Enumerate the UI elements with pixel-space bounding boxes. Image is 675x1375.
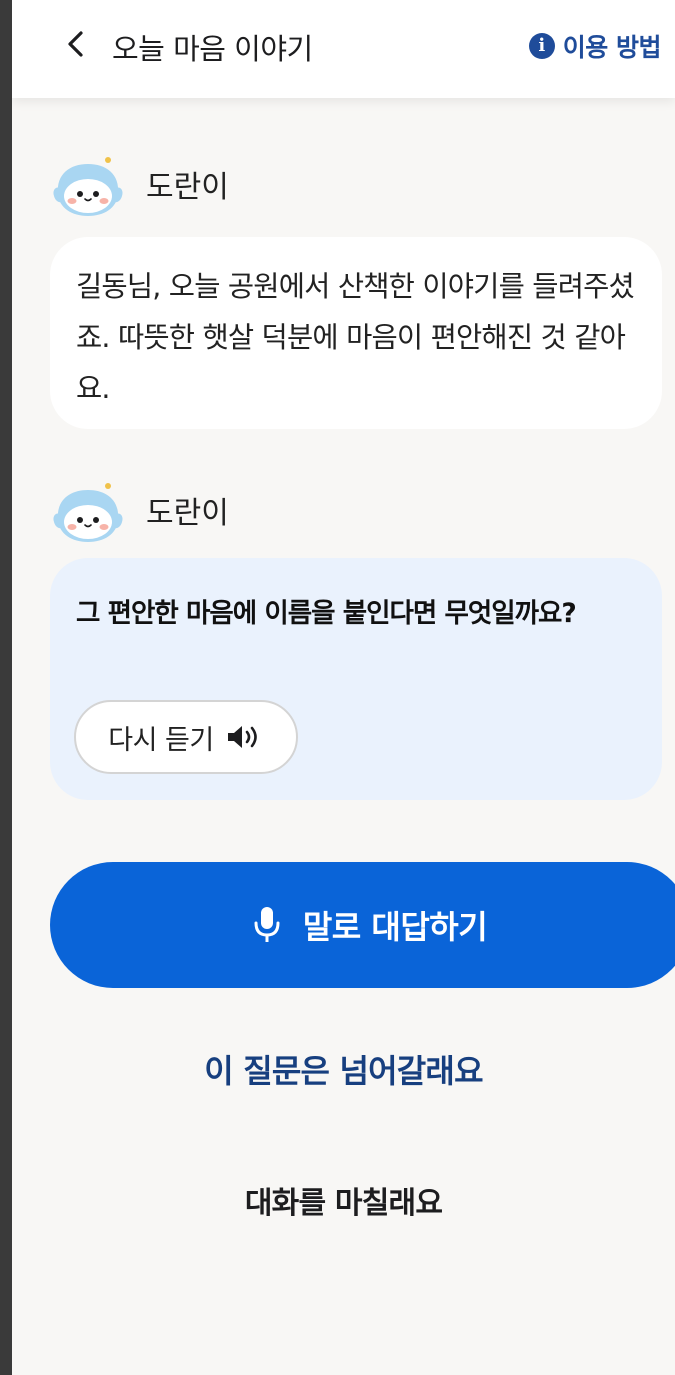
- top-app-bar: 오늘 마음 이야기 i 이용 방법: [12, 0, 675, 98]
- relisten-label: 다시 듣기: [108, 724, 214, 756]
- answer-label: 말로 대답하기: [302, 908, 488, 946]
- chevron-left-icon: [68, 31, 83, 57]
- chat-screen: 오늘 마음 이야기 i 이용 방법 도란이 길동님, 오늘 공원에서 산책한 이…: [12, 0, 675, 1375]
- speaker-name: 도란이: [146, 496, 229, 531]
- info-icon: i: [528, 33, 555, 59]
- doranee-avatar-icon: [53, 483, 123, 542]
- speaker-row: 도란이: [50, 472, 229, 548]
- message-bubble: 길동님, 오늘 공원에서 산책한 이야기를 들려주셨죠. 따뜻한 햇살 덕분에 …: [50, 237, 662, 429]
- page-title: 오늘 마음 이야기: [112, 32, 313, 66]
- back-button[interactable]: [56, 22, 96, 66]
- speaker-row: 도란이: [50, 146, 229, 222]
- question-bubble: 그 편안한 마음에 이름을 붙인다면 무엇일까요? 다시 듣기: [50, 558, 662, 800]
- help-button[interactable]: i 이용 방법: [528, 28, 662, 64]
- speaker-icon: [227, 726, 257, 748]
- skip-question-link[interactable]: 이 질문은 넘어갈래요: [12, 1046, 675, 1092]
- message-text: 길동님, 오늘 공원에서 산책한 이야기를 들려주셨죠. 따뜻한 햇살 덕분에 …: [76, 270, 635, 405]
- microphone-icon: [254, 907, 280, 942]
- question-text: 그 편안한 마음에 이름을 붙인다면 무엇일까요?: [76, 598, 577, 629]
- relisten-button[interactable]: 다시 듣기: [74, 700, 298, 774]
- speaker-name: 도란이: [146, 170, 229, 205]
- end-conversation-link[interactable]: 대화를 마칠래요: [12, 1178, 675, 1222]
- doranee-avatar-icon: [53, 157, 123, 216]
- answer-by-voice-button[interactable]: 말로 대답하기: [50, 862, 675, 988]
- help-label: 이용 방법: [562, 33, 662, 62]
